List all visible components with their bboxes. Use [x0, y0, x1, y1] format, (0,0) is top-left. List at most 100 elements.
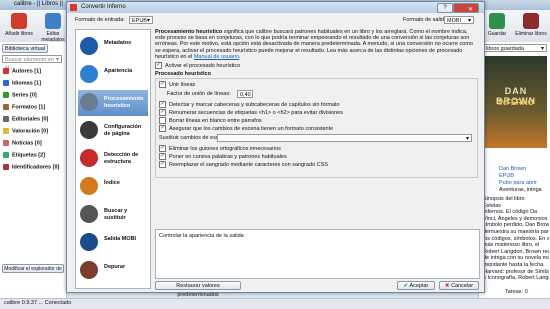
category-label: Noticias [0]: [12, 140, 42, 147]
replace-scene-select[interactable]: [217, 134, 472, 143]
cancel-button[interactable]: ✖ Cancelar: [439, 281, 479, 290]
nav-search-replace[interactable]: Buscar y sustituir: [78, 202, 148, 228]
nav-structure[interactable]: Detección de estructura: [78, 146, 148, 172]
nav-heuristic[interactable]: Procesamiento heurístico: [78, 90, 148, 116]
save-icon: [489, 13, 505, 29]
category-series[interactable]: Series [0]: [3, 92, 37, 98]
rating-icon: [3, 128, 9, 134]
unchecked-box: [159, 117, 166, 124]
news-icon: [3, 140, 9, 146]
mobi-output-icon: [80, 233, 98, 251]
scene-breaks-checkbox[interactable]: ✓ Asegurar que los cambios de escena tien…: [159, 125, 333, 132]
category-identifiers[interactable]: Identificadores [0]: [3, 164, 59, 170]
nav-debug[interactable]: Depurar: [78, 258, 148, 284]
jobs-indicator[interactable]: Tareas: 0: [505, 289, 528, 295]
renumber-headings-checkbox[interactable]: ✓ Renumerar secuencias de etiquetas <h1> …: [159, 109, 343, 116]
synopsis-line: los códigos, símbolos. En su: [483, 235, 549, 242]
save-to-disk-button[interactable]: Guardar: [480, 13, 514, 37]
category-authors[interactable]: Autores [1]: [3, 68, 41, 74]
unwrap-label: Unir líneas: [169, 81, 196, 88]
activate-heuristics-checkbox[interactable]: ✓ Activar el procesado heurístico: [155, 62, 240, 69]
calibre-title: calibre - || Libros ||: [14, 1, 63, 7]
synopsis-line: e Iconografía, Robert Langdon se ve: [483, 275, 549, 282]
check-icon: ✓: [155, 62, 162, 69]
category-languages[interactable]: Idiomas [1]: [3, 80, 41, 86]
italicize-checkbox[interactable]: ✓ Poner en cursiva palabras y patrones ha…: [159, 153, 287, 160]
nav-mobi-output[interactable]: Salida MOBI: [78, 230, 148, 256]
nav-metadata[interactable]: Metadatos: [78, 34, 148, 60]
nav-label: Apariencia: [104, 68, 133, 74]
book-details-panel: libros guardada DAN BROWN INFERNO Dan Br…: [478, 42, 550, 298]
category-label: Identificadores [0]: [12, 164, 60, 171]
tag-browser: Biblioteca virtual Buscar elemento en el…: [0, 42, 67, 298]
input-format-select[interactable]: EPUB: [129, 16, 153, 25]
hyphens-label: Eliminar los guiones ortográficos innece…: [169, 145, 281, 152]
nav-label: Salida MOBI: [104, 236, 137, 242]
help-button[interactable]: ?: [437, 3, 453, 13]
category-publishers[interactable]: Editoriales [0]: [3, 116, 48, 122]
category-formats[interactable]: Formatos [1]: [3, 104, 45, 110]
convert-dialog: Convertir Inferno ? ✕ Formato de entrada…: [66, 1, 485, 298]
nav-page-setup[interactable]: Configuración de página: [78, 118, 148, 144]
category-rating[interactable]: Valoración [0]: [3, 128, 48, 134]
nav-appearance[interactable]: Apariencia: [78, 62, 148, 88]
ok-button[interactable]: ✔ Aceptar: [397, 281, 435, 290]
nav-label: Detección de estructura: [104, 152, 139, 165]
search-replace-icon: [80, 205, 98, 223]
close-button[interactable]: ✕: [453, 3, 479, 13]
save-label: Guardar: [487, 31, 507, 37]
unwrap-factor-spinbox[interactable]: 0,40: [237, 90, 253, 98]
category-news[interactable]: Noticias [0]: [3, 140, 42, 146]
category-label: Editoriales [0]: [12, 116, 49, 123]
dehyphenate-checkbox[interactable]: ✓ Eliminar los guiones ortográficos innec…: [159, 145, 281, 152]
tag-search-input[interactable]: Buscar elemento en el...: [2, 55, 62, 71]
fix-indents-checkbox[interactable]: ✓ Reemplazar el sangrado mediante caracte…: [159, 161, 328, 168]
indents-label: Reemplazar el sangrado mediante caracter…: [169, 161, 328, 168]
book-synopsis: Sinopsis del libro Estelas Infernos. El có…: [483, 196, 549, 286]
book-formats[interactable]: EPUB: [499, 173, 514, 179]
virtual-library-button[interactable]: Biblioteca virtual: [2, 44, 48, 53]
publishers-icon: [3, 116, 9, 122]
identifiers-icon: [3, 164, 9, 170]
close-icon: ✕: [468, 7, 474, 13]
check-icon: ✓: [159, 125, 166, 132]
add-books-icon: [11, 13, 27, 29]
italics-label: Poner en cursiva palabras y patrones hab…: [169, 153, 287, 160]
intro-period: .: [239, 53, 241, 60]
remove-books-button[interactable]: Eliminar libros: [514, 13, 548, 37]
check-icon: ✓: [159, 153, 166, 160]
synopsis-line: Sinopsis del libro: [483, 196, 525, 202]
unwrap-lines-checkbox[interactable]: ✓ Unir líneas: [159, 81, 195, 88]
check-icon: ✓: [159, 101, 166, 108]
check-icon: ✓: [159, 109, 166, 116]
nav-toc[interactable]: Índice: [78, 174, 148, 200]
status-text: calibre 0.9.37 ... Conectado: [4, 300, 72, 306]
saved-search-select[interactable]: libros guardada: [483, 44, 547, 53]
debug-icon: [80, 261, 98, 279]
toc-icon: [80, 177, 98, 195]
category-tags[interactable]: Etiquetas [2]: [3, 152, 45, 158]
remove-books-icon: [523, 13, 539, 29]
book-author[interactable]: Dan Brown: [499, 166, 526, 172]
output-format-select[interactable]: MOBI: [444, 16, 474, 25]
series-icon: [3, 92, 9, 98]
unwrap-factor-label: Factor de unión de líneas:: [167, 91, 231, 97]
category-label: Formatos [1]: [12, 104, 46, 111]
check-icon: ✓: [159, 161, 166, 168]
cover-subtitle: INFERNO: [498, 98, 534, 107]
category-label: Autores [1]: [12, 68, 42, 75]
detect-chapters-checkbox[interactable]: ✓ Detectar y marcar cabeceras y subcabece…: [159, 101, 340, 108]
book-cover[interactable]: DAN BROWN INFERNO: [485, 56, 547, 148]
category-label: Idiomas [1]: [12, 80, 42, 87]
check-icon: ✓: [159, 81, 166, 88]
heuristic-options-panel: Procesamiento heurístico significa que c…: [155, 29, 480, 298]
page-setup-icon: [80, 121, 98, 139]
book-series[interactable]: Pubo para abrir: [499, 180, 537, 186]
modify-browser-button[interactable]: Modificar el explorador de: [2, 264, 64, 273]
delete-blank-lines-checkbox[interactable]: Borrar líneas en blanco entre párrafos: [159, 117, 262, 124]
edit-metadata-button[interactable]: Editar metadatos: [36, 13, 70, 43]
user-manual-link[interactable]: Manual de usuario: [194, 54, 239, 60]
restore-defaults-button[interactable]: Restaurar valores predeterminados: [155, 281, 241, 298]
structure-icon: [80, 149, 98, 167]
add-books-button[interactable]: Añadir libros: [2, 13, 36, 37]
